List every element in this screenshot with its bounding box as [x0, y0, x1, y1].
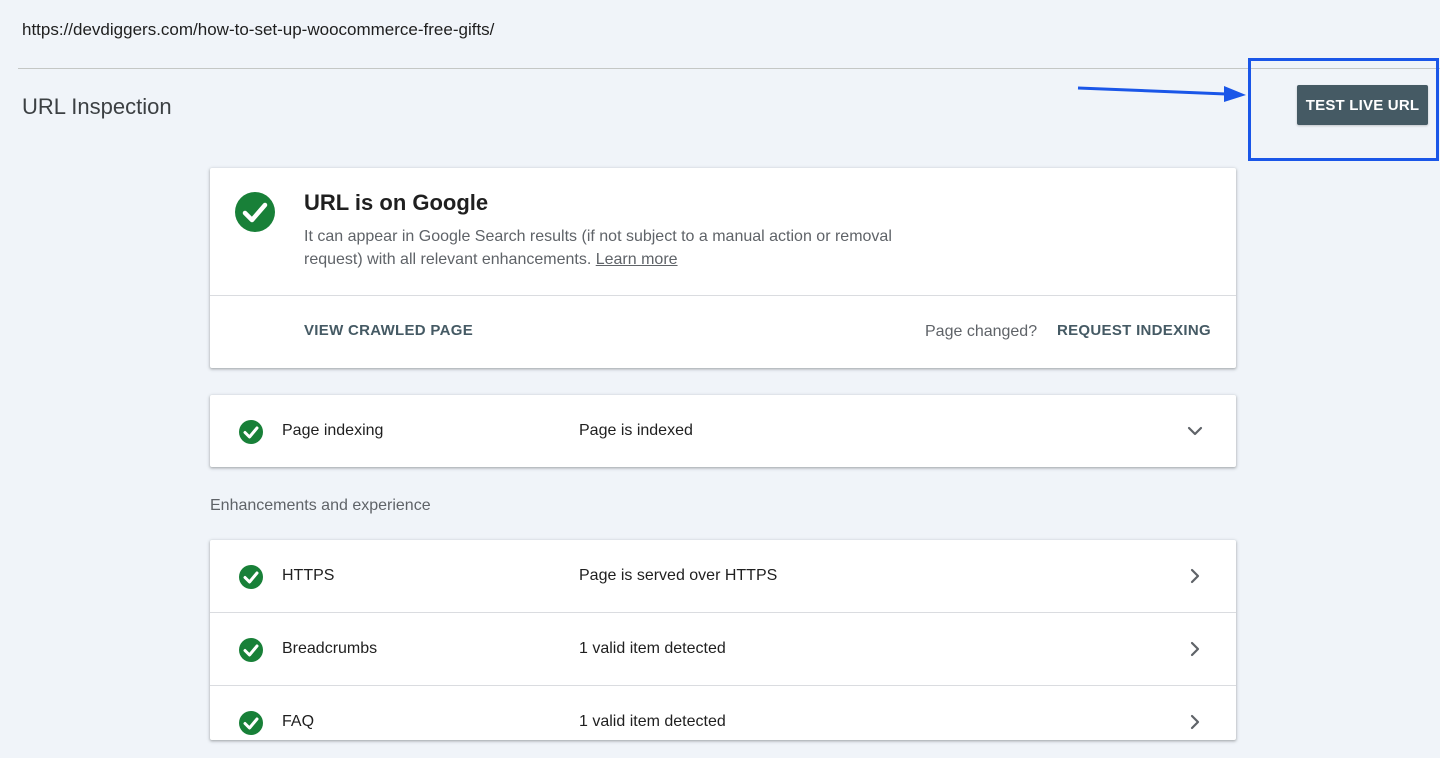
- enhancements-card: HTTPS Page is served over HTTPS Breadcru…: [210, 540, 1236, 740]
- status-title: URL is on Google: [304, 190, 489, 215]
- status-divider: [210, 295, 1236, 296]
- chevron-down-icon[interactable]: [1185, 421, 1205, 441]
- view-crawled-page-button[interactable]: VIEW CRAWLED PAGE: [304, 322, 473, 339]
- chevron-right-icon[interactable]: [1185, 566, 1205, 586]
- row-value: 1 valid item detected: [579, 713, 726, 730]
- status-summary: URL is on Google It can appear in Google…: [210, 168, 1236, 295]
- annotation-arrow: [1077, 86, 1246, 102]
- learn-more-link[interactable]: Learn more: [596, 251, 678, 268]
- page-changed-label: Page changed?: [925, 323, 1038, 340]
- page-indexing-row[interactable]: Page indexing Page is indexed: [210, 395, 1236, 467]
- row-label: HTTPS: [282, 567, 335, 584]
- enhancement-row-breadcrumbs[interactable]: Breadcrumbs 1 valid item detected: [210, 613, 1236, 685]
- page-indexing-card: Page indexing Page is indexed: [210, 395, 1236, 467]
- header-divider: [18, 68, 1440, 69]
- page-title: URL Inspection: [22, 94, 172, 119]
- row-value: Page is indexed: [579, 422, 693, 439]
- check-circle-icon: [239, 565, 263, 589]
- enhancement-row-https[interactable]: HTTPS Page is served over HTTPS: [210, 540, 1236, 612]
- row-label: FAQ: [282, 713, 315, 730]
- check-circle-icon: [239, 638, 263, 662]
- chevron-right-icon[interactable]: [1185, 639, 1205, 659]
- row-value: Page is served over HTTPS: [579, 567, 778, 584]
- inspected-url: https://devdiggers.com/how-to-set-up-woo…: [22, 20, 495, 39]
- check-circle-icon: [239, 711, 263, 735]
- status-description: It can appear in Google Search results (…: [304, 225, 944, 271]
- test-live-url-button[interactable]: TEST LIVE URL: [1297, 85, 1428, 125]
- row-value: 1 valid item detected: [579, 640, 726, 657]
- check-circle-icon: [235, 192, 275, 232]
- check-circle-icon: [239, 420, 263, 444]
- enhancement-row-faq[interactable]: FAQ 1 valid item detected: [210, 686, 1236, 758]
- enhancements-heading: Enhancements and experience: [210, 497, 431, 514]
- chevron-right-icon[interactable]: [1185, 712, 1205, 732]
- url-status-card: URL is on Google It can appear in Google…: [210, 168, 1236, 368]
- request-indexing-button[interactable]: REQUEST INDEXING: [1057, 322, 1211, 339]
- row-label: Breadcrumbs: [282, 640, 378, 657]
- row-label: Page indexing: [282, 422, 384, 439]
